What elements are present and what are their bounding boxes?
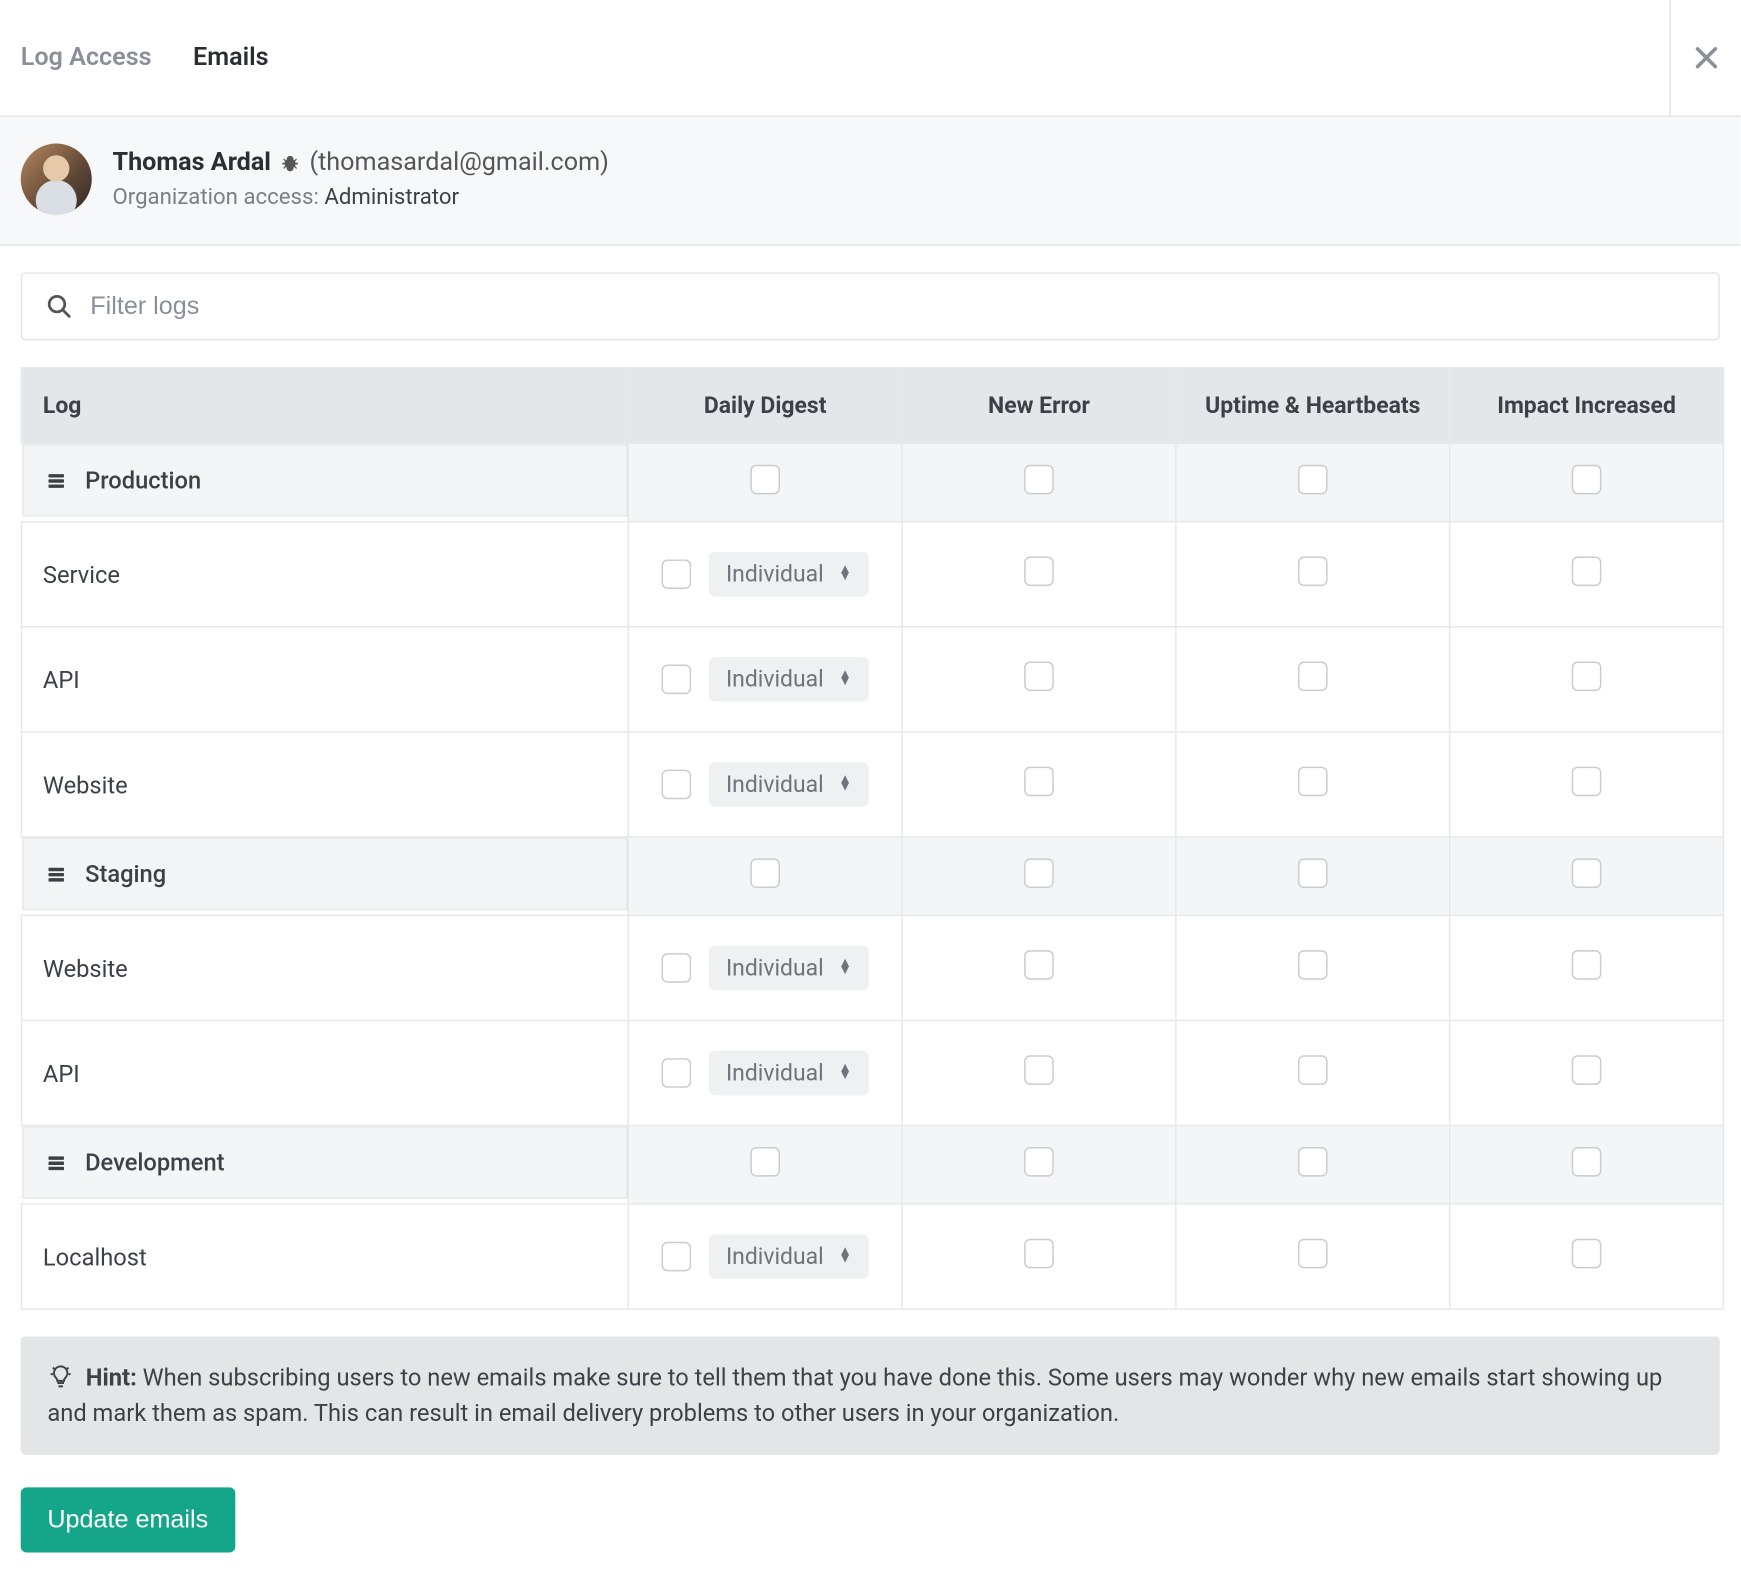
checkbox[interactable] xyxy=(1298,950,1328,980)
checkbox[interactable] xyxy=(1298,767,1328,797)
sort-icon: ▲▼ xyxy=(839,777,852,792)
table-row: Website Individual▲▼ xyxy=(21,732,1723,837)
digest-select[interactable]: Individual▲▼ xyxy=(708,1234,869,1278)
checkbox[interactable] xyxy=(1572,858,1602,888)
sort-icon: ▲▼ xyxy=(839,961,852,976)
checkbox[interactable] xyxy=(1572,1239,1602,1269)
tab-emails[interactable]: Emails xyxy=(193,43,269,73)
checkbox[interactable] xyxy=(661,953,691,983)
checkbox[interactable] xyxy=(1572,950,1602,980)
log-name: API xyxy=(43,665,80,693)
log-name: Website xyxy=(43,770,128,798)
org-access-role: Administrator xyxy=(324,184,459,211)
checkbox[interactable] xyxy=(1024,465,1054,495)
table-row: API Individual▲▼ xyxy=(21,1020,1723,1125)
log-name: Service xyxy=(43,560,120,588)
user-name: Thomas Ardal xyxy=(112,148,270,178)
digest-select[interactable]: Individual▲▼ xyxy=(708,1051,869,1095)
checkbox[interactable] xyxy=(1298,556,1328,586)
col-impact: Impact Increased xyxy=(1450,368,1724,443)
user-banner: Thomas Ardal (thomasardal@gmail.com) Org… xyxy=(0,117,1740,246)
filter-input[interactable] xyxy=(90,292,1694,322)
checkbox[interactable] xyxy=(661,1242,691,1272)
close-button[interactable] xyxy=(1669,0,1740,115)
table-row: Service Individual▲▼ xyxy=(21,522,1723,627)
hint-text: When subscribing users to new emails mak… xyxy=(47,1363,1662,1427)
checkbox[interactable] xyxy=(1298,858,1328,888)
checkbox[interactable] xyxy=(1024,1055,1054,1085)
checkbox[interactable] xyxy=(1024,1239,1054,1269)
col-log: Log xyxy=(21,368,628,443)
checkbox[interactable] xyxy=(1572,1147,1602,1177)
checkbox[interactable] xyxy=(1298,662,1328,692)
checkbox[interactable] xyxy=(1024,858,1054,888)
group-name: Staging xyxy=(85,860,166,888)
checkbox[interactable] xyxy=(1024,1147,1054,1177)
checkbox[interactable] xyxy=(1572,662,1602,692)
emails-table: Log Daily Digest New Error Uptime & Hear… xyxy=(21,367,1724,1310)
col-uptime: Uptime & Heartbeats xyxy=(1176,368,1450,443)
checkbox[interactable] xyxy=(661,559,691,589)
checkbox[interactable] xyxy=(1024,556,1054,586)
checkbox[interactable] xyxy=(661,770,691,800)
sort-icon: ▲▼ xyxy=(839,1066,852,1081)
checkbox[interactable] xyxy=(1024,767,1054,797)
digest-select[interactable]: Individual▲▼ xyxy=(708,762,869,806)
org-access-label: Organization access: xyxy=(112,184,318,211)
checkbox[interactable] xyxy=(1298,1055,1328,1085)
checkbox[interactable] xyxy=(1024,662,1054,692)
checkbox[interactable] xyxy=(661,665,691,695)
group-row: Development xyxy=(21,1126,1723,1204)
group-name: Production xyxy=(85,466,201,494)
col-new-error: New Error xyxy=(902,368,1176,443)
checkbox[interactable] xyxy=(750,858,780,888)
table-row: API Individual▲▼ xyxy=(21,627,1723,732)
digest-select[interactable]: Individual▲▼ xyxy=(708,946,869,990)
sort-icon: ▲▼ xyxy=(839,1249,852,1264)
hint-label: Hint: xyxy=(86,1363,137,1391)
group-name: Development xyxy=(85,1148,224,1176)
bug-icon xyxy=(280,152,301,173)
checkbox[interactable] xyxy=(1572,767,1602,797)
checkbox[interactable] xyxy=(1572,465,1602,495)
update-emails-button[interactable]: Update emails xyxy=(21,1487,235,1552)
hint-box: Hint: When subscribing users to new emai… xyxy=(21,1336,1720,1454)
avatar xyxy=(21,144,92,215)
layers-icon xyxy=(44,1152,68,1173)
table-row: Website Individual▲▼ xyxy=(21,915,1723,1020)
checkbox[interactable] xyxy=(1572,556,1602,586)
checkbox[interactable] xyxy=(1298,1239,1328,1269)
sort-icon: ▲▼ xyxy=(839,672,852,687)
col-daily-digest: Daily Digest xyxy=(628,368,902,443)
group-row: Staging xyxy=(21,837,1723,915)
log-name: Website xyxy=(43,954,128,982)
filter-container xyxy=(21,272,1720,340)
tabs-bar: Log Access Emails xyxy=(0,0,1740,117)
digest-select[interactable]: Individual▲▼ xyxy=(708,657,869,701)
layers-icon xyxy=(44,864,68,885)
group-row: Production xyxy=(21,443,1723,521)
checkbox[interactable] xyxy=(750,465,780,495)
checkbox[interactable] xyxy=(661,1058,691,1088)
user-email: (thomasardal@gmail.com) xyxy=(309,148,608,178)
checkbox[interactable] xyxy=(1572,1055,1602,1085)
sort-icon: ▲▼ xyxy=(839,567,852,582)
lightbulb-icon xyxy=(47,1363,74,1390)
digest-select[interactable]: Individual▲▼ xyxy=(708,552,869,596)
log-name: API xyxy=(43,1059,80,1087)
close-icon xyxy=(1694,46,1718,70)
checkbox[interactable] xyxy=(1298,465,1328,495)
checkbox[interactable] xyxy=(1298,1147,1328,1177)
tab-log-access[interactable]: Log Access xyxy=(21,43,152,73)
log-name: Localhost xyxy=(43,1242,147,1270)
checkbox[interactable] xyxy=(1024,950,1054,980)
search-icon xyxy=(46,293,73,320)
checkbox[interactable] xyxy=(750,1147,780,1177)
layers-icon xyxy=(44,470,68,491)
table-row: Localhost Individual▲▼ xyxy=(21,1204,1723,1309)
